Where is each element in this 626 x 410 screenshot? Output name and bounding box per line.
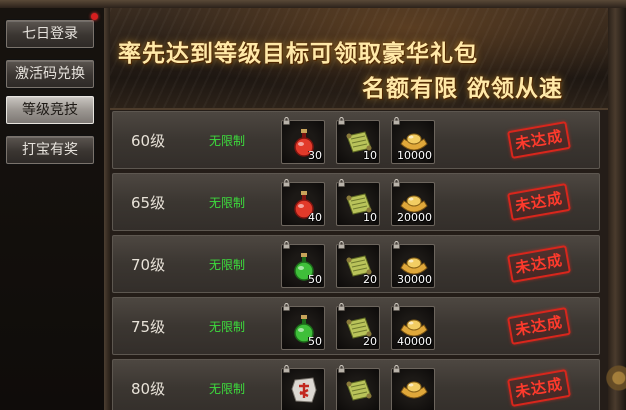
item-quantity: 20000 xyxy=(397,211,432,224)
reward-slot-potion[interactable]: 50 xyxy=(281,241,325,288)
item-quantity: 10 xyxy=(363,211,377,224)
item-quantity: 20 xyxy=(363,273,377,286)
reward-slot-gold[interactable] xyxy=(391,365,435,410)
rune-stone-icon xyxy=(291,377,317,403)
notification-dot xyxy=(91,13,98,20)
lock-icon xyxy=(338,365,345,373)
lock-icon xyxy=(283,117,290,125)
reward-slot-scroll[interactable]: 20 xyxy=(336,303,380,350)
lock-icon xyxy=(393,241,400,249)
dragon-ornament-icon xyxy=(602,330,626,410)
banner-subline: 名额有限 欲领从速 xyxy=(362,76,564,102)
promo-banner: 率先达到等级目标可领取豪华礼包 名额有限 欲领从速 xyxy=(110,8,608,110)
scroll-icon xyxy=(346,379,372,401)
item-quantity: 20 xyxy=(363,335,377,348)
reward-row: 65级 无限制 40 10 20000 未达成 xyxy=(112,173,600,231)
item-quantity: 50 xyxy=(308,273,322,286)
reward-slot-gold[interactable]: 10000 xyxy=(391,117,435,164)
limit-label: 无限制 xyxy=(209,320,246,334)
status-stamp: 未达成 xyxy=(507,121,571,159)
level-label: 75级 xyxy=(131,318,166,336)
reward-slot-potion[interactable]: 40 xyxy=(281,179,325,226)
reward-row: 60级 无限制 30 10 10000 未达成 xyxy=(112,111,600,169)
reward-slot-scroll[interactable]: 20 xyxy=(336,241,380,288)
reward-slot-scroll[interactable]: 10 xyxy=(336,179,380,226)
banner-headline: 率先达到等级目标可领取豪华礼包 xyxy=(118,41,478,67)
lock-icon xyxy=(283,179,290,187)
lock-icon xyxy=(393,303,400,311)
lock-icon xyxy=(338,241,345,249)
level-label: 80级 xyxy=(131,380,166,398)
reward-slot-scroll[interactable] xyxy=(336,365,380,410)
item-quantity: 10000 xyxy=(397,149,432,162)
limit-label: 无限制 xyxy=(209,196,246,210)
reward-slot-gold[interactable]: 40000 xyxy=(391,303,435,350)
item-quantity: 30000 xyxy=(397,273,432,286)
status-stamp: 未达成 xyxy=(507,307,571,345)
reward-slot-gold[interactable]: 20000 xyxy=(391,179,435,226)
status-stamp: 未达成 xyxy=(507,369,571,407)
limit-label: 无限制 xyxy=(209,382,246,396)
level-label: 65级 xyxy=(131,194,166,212)
reward-slot-potion[interactable]: 30 xyxy=(281,117,325,164)
sidebar-item-treasure-reward[interactable]: 打宝有奖 xyxy=(6,136,94,164)
lock-icon xyxy=(283,365,290,373)
gold-ingot-icon xyxy=(400,381,428,399)
lock-icon xyxy=(393,365,400,373)
reward-list: 60级 无限制 30 10 10000 未达成 65级 无限制 40 10 20000 未达成 70级无… xyxy=(112,111,600,410)
level-label: 60级 xyxy=(131,132,166,150)
lock-icon xyxy=(338,303,345,311)
item-quantity: 40 xyxy=(308,211,322,224)
level-label: 70级 xyxy=(131,256,166,274)
reward-slot-potion[interactable] xyxy=(281,365,325,410)
top-frame xyxy=(0,0,626,8)
sidebar-item-seven-day-login[interactable]: 七日登录 xyxy=(6,20,94,48)
lock-icon xyxy=(393,179,400,187)
lock-icon xyxy=(283,241,290,249)
item-quantity: 50 xyxy=(308,335,322,348)
limit-label: 无限制 xyxy=(209,134,246,148)
sidebar: 七日登录 激活码兑换 等级竞技 打宝有奖 xyxy=(0,8,106,410)
reward-row: 70级 无限制 50 20 30000 未达成 xyxy=(112,235,600,293)
sidebar-item-level-race[interactable]: 等级竞技 xyxy=(6,96,94,124)
sidebar-item-activation-code[interactable]: 激活码兑换 xyxy=(6,60,94,88)
lock-icon xyxy=(338,179,345,187)
reward-slot-scroll[interactable]: 10 xyxy=(336,117,380,164)
item-quantity: 40000 xyxy=(397,335,432,348)
reward-row: 75级 无限制 50 20 40000 未达成 xyxy=(112,297,600,355)
reward-slot-potion[interactable]: 50 xyxy=(281,303,325,350)
lock-icon xyxy=(338,117,345,125)
limit-label: 无限制 xyxy=(209,258,246,272)
status-stamp: 未达成 xyxy=(507,183,571,221)
reward-slot-gold[interactable]: 30000 xyxy=(391,241,435,288)
lock-icon xyxy=(283,303,290,311)
lock-icon xyxy=(393,117,400,125)
reward-row: 80级 无限制 未达成 xyxy=(112,359,600,410)
item-quantity: 30 xyxy=(308,149,322,162)
status-stamp: 未达成 xyxy=(507,245,571,283)
item-quantity: 10 xyxy=(363,149,377,162)
